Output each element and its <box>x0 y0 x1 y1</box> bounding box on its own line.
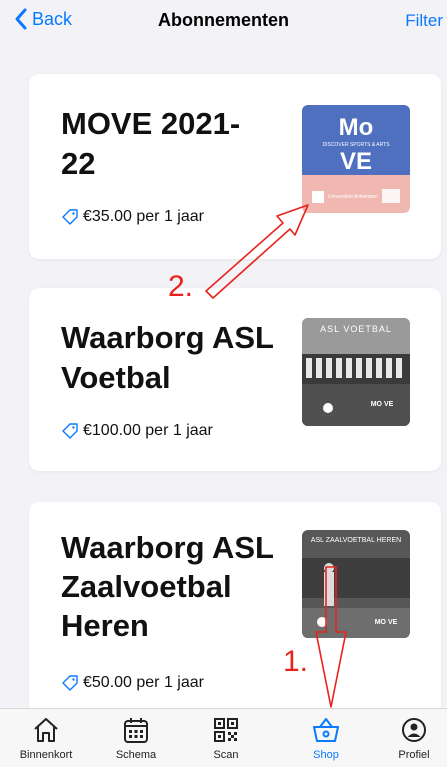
svg-text:MO VE: MO VE <box>371 401 394 408</box>
tab-bar: Binnenkort Schema Scan Shop Profiel <box>0 708 447 767</box>
zaalvoetbal-team-photo: ASL ZAALVOETBAL HEREN MO VE <box>302 530 410 638</box>
profile-icon <box>402 718 426 742</box>
filter-button[interactable]: Filter <box>405 11 443 31</box>
subscription-card-zaalvoetbal[interactable]: Waarborg ASL Zaalvoetbal Heren €50.00 pe… <box>29 502 441 717</box>
home-icon <box>34 718 58 742</box>
tab-shop[interactable]: Shop <box>286 709 366 767</box>
svg-text:ASL VOETBAL: ASL VOETBAL <box>320 324 392 334</box>
svg-text:Universiteit Antwerpen: Universiteit Antwerpen <box>328 194 378 200</box>
svg-text:Mo: Mo <box>339 114 374 141</box>
basket-icon <box>313 718 339 742</box>
card-title: Waarborg ASL Zaalvoetbal Heren <box>61 530 274 643</box>
price-label: €35.00 per 1 jaar <box>61 208 204 226</box>
voetbal-team-photo: ASL VOETBAL MO VE <box>302 318 410 426</box>
navigation-bar: Back Abonnementen Filter <box>0 0 447 44</box>
price-label: €50.00 per 1 jaar <box>61 674 204 692</box>
price-tag-icon <box>62 675 78 691</box>
svg-text:VE: VE <box>340 148 372 175</box>
tab-binnenkort[interactable]: Binnenkort <box>6 709 86 767</box>
subscription-card-voetbal[interactable]: Waarborg ASL Voetbal €100.00 per 1 jaar … <box>29 288 441 471</box>
svg-text:MO VE: MO VE <box>375 619 398 626</box>
tab-schema[interactable]: Schema <box>96 709 176 767</box>
price-label: €100.00 per 1 jaar <box>61 422 213 440</box>
price-tag-icon <box>62 423 78 439</box>
tab-scan[interactable]: Scan <box>186 709 266 767</box>
card-title: MOVE 2021- 22 <box>61 106 241 181</box>
calendar-icon <box>124 718 148 743</box>
qr-code-icon <box>214 718 238 742</box>
tab-profiel[interactable]: Profiel <box>374 709 447 767</box>
card-title: Waarborg ASL Voetbal <box>61 320 274 395</box>
move-logo-thumbnail: Mo DISCOVER SPORTS & ARTS VE Universitei… <box>302 105 410 213</box>
svg-text:ASL ZAALVOETBAL HEREN: ASL ZAALVOETBAL HEREN <box>311 537 401 544</box>
price-tag-icon <box>62 209 78 225</box>
subscription-card-move[interactable]: MOVE 2021- 22 €35.00 per 1 jaar Mo DISCO… <box>29 74 441 259</box>
page-title: Abonnementen <box>157 10 289 30</box>
